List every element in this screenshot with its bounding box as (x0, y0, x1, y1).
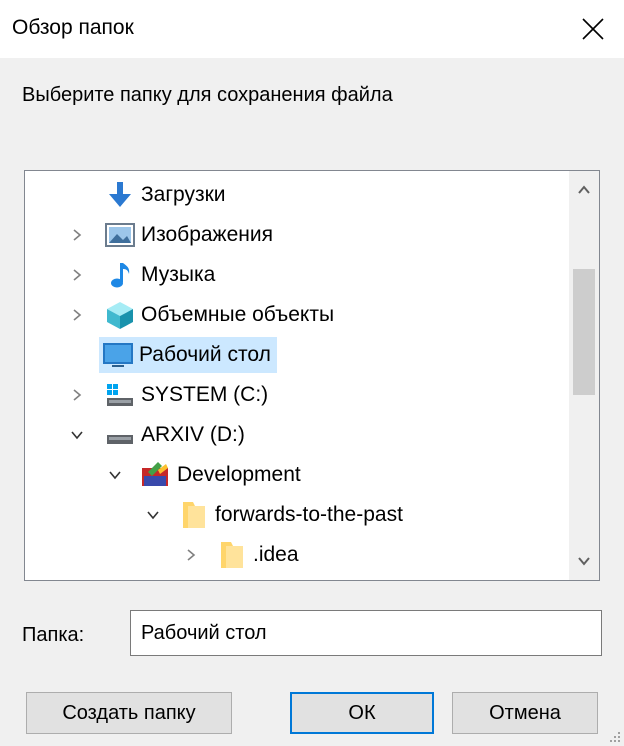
window-title: Обзор папок (12, 16, 134, 39)
ok-button[interactable]: ОК (290, 692, 434, 734)
tree-item-downloads[interactable]: Загрузки (103, 175, 232, 215)
close-icon (582, 18, 604, 40)
folder-icon (215, 538, 249, 572)
close-button[interactable] (562, 0, 624, 58)
tree-item-label: Музыка (141, 263, 216, 286)
desktop-icon (101, 338, 135, 372)
collapse-icon[interactable] (105, 465, 125, 485)
new-folder-button[interactable]: Создать папку (26, 692, 232, 734)
expand-icon[interactable] (67, 265, 87, 285)
library-folder-icon (139, 458, 173, 492)
tree-item-label: Рабочий стол (139, 343, 271, 366)
instruction-text: Выберите папку для сохранения файла (22, 84, 393, 106)
vertical-scrollbar[interactable] (569, 171, 599, 580)
expand-icon[interactable] (181, 545, 201, 565)
tree-item-label: Изображения (141, 223, 273, 246)
scroll-thumb[interactable] (573, 269, 595, 395)
ok-button-label: ОК (348, 701, 376, 724)
system-drive-icon (103, 378, 137, 412)
scroll-up-button[interactable] (569, 173, 599, 207)
tree-item-label: Объемные объекты (141, 303, 335, 326)
tree-item-label: Загрузки (141, 183, 226, 206)
drive-icon (103, 418, 137, 452)
folder-tree[interactable]: Загрузки Изображения Музыка Объемные объ… (24, 170, 600, 581)
cancel-button[interactable]: Отмена (452, 692, 598, 734)
expand-icon[interactable] (67, 225, 87, 245)
folder-label: Папка: (22, 624, 85, 646)
title-bar: Обзор папок (0, 0, 624, 58)
tree-item-arxiv-drive[interactable]: ARXIV (D:) (103, 415, 251, 455)
tree-item-system-drive[interactable]: SYSTEM (C:) (103, 375, 274, 415)
expand-icon[interactable] (67, 385, 87, 405)
selection-highlight: Рабочий стол (99, 337, 277, 373)
tree-item-3d-objects[interactable]: Объемные объекты (103, 295, 340, 335)
tree-item-idea[interactable]: .idea (215, 535, 305, 575)
tree-item-desktop[interactable]: Рабочий стол (99, 335, 277, 375)
music-icon (103, 258, 137, 292)
tree-item-label: forwards-to-the-past (215, 503, 403, 526)
tree-item-pictures[interactable]: Изображения (103, 215, 279, 255)
resize-grip-icon[interactable] (606, 728, 622, 744)
tree-item-development[interactable]: Development (139, 455, 307, 495)
folder-input[interactable] (130, 610, 602, 656)
tree-item-label: SYSTEM (C:) (141, 383, 269, 406)
cancel-button-label: Отмена (489, 701, 561, 724)
collapse-icon[interactable] (143, 505, 163, 525)
scroll-down-button[interactable] (569, 544, 599, 578)
chevron-down-icon (578, 557, 590, 566)
expand-icon[interactable] (67, 305, 87, 325)
new-folder-button-label: Создать папку (62, 701, 196, 724)
downloads-icon (103, 178, 137, 212)
folder-icon (177, 498, 211, 532)
3d-objects-icon (103, 298, 137, 332)
collapse-icon[interactable] (67, 425, 87, 445)
chevron-up-icon (578, 185, 590, 194)
tree-item-label: .idea (253, 543, 299, 566)
pictures-icon (103, 218, 137, 252)
tree-item-forwards-to-the-past[interactable]: forwards-to-the-past (177, 495, 409, 535)
folder-icon (221, 575, 247, 580)
tree-item-label: ARXIV (D:) (141, 423, 245, 446)
tree-item-label: Development (177, 463, 301, 486)
tree-item-music[interactable]: Музыка (103, 255, 221, 295)
